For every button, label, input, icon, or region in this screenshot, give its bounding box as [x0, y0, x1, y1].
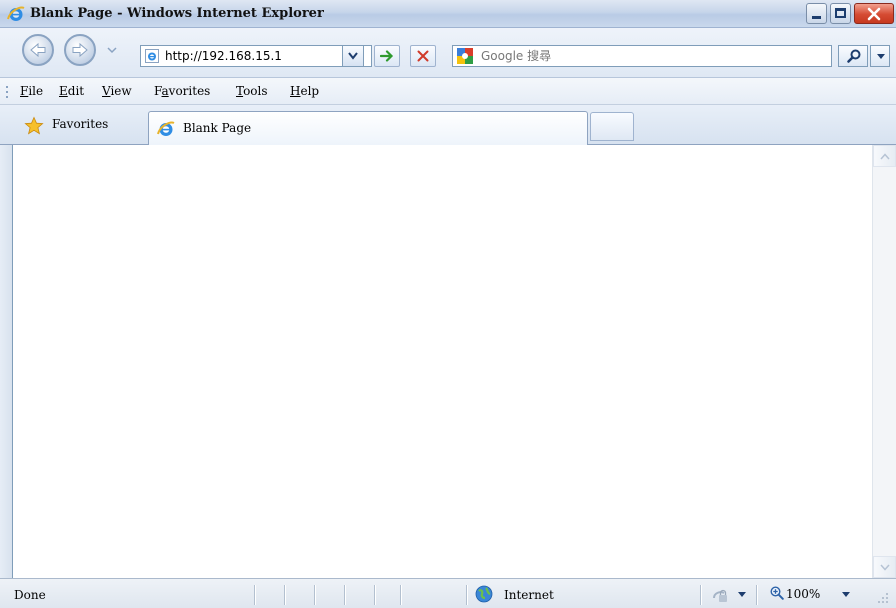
close-button[interactable]	[854, 3, 894, 24]
go-button[interactable]	[374, 45, 400, 67]
menu-file[interactable]: File	[20, 84, 43, 98]
close-icon	[867, 7, 881, 21]
zoom-level[interactable]: 100%	[786, 587, 820, 601]
scroll-up-button[interactable]	[873, 145, 896, 167]
status-divider	[700, 585, 701, 605]
tab-label: Blank Page	[183, 121, 252, 135]
access-key: T	[236, 84, 244, 98]
stop-button[interactable]	[410, 45, 436, 67]
window-title: Blank Page - Windows Internet Explorer	[30, 6, 324, 21]
menu-view[interactable]: View	[102, 84, 132, 98]
address-bar[interactable]	[140, 45, 372, 67]
status-bar: Done Internet 100%	[0, 578, 896, 608]
scroll-down-button[interactable]	[873, 556, 896, 578]
lock-icon[interactable]	[712, 587, 728, 603]
ie-logo-icon	[7, 6, 25, 21]
new-tab-button[interactable]	[590, 112, 634, 141]
minimize-icon	[812, 16, 821, 19]
ie-page-icon	[145, 49, 159, 63]
status-divider	[284, 585, 285, 605]
chevron-down-icon[interactable]	[738, 590, 746, 598]
address-dropdown-button[interactable]	[342, 45, 364, 67]
status-divider	[314, 585, 315, 605]
toolbar-grip-icon[interactable]	[6, 86, 9, 98]
status-divider	[344, 585, 345, 605]
status-divider	[374, 585, 375, 605]
access-key: E	[59, 84, 68, 98]
title-bar[interactable]: Blank Page - Windows Internet Explorer	[0, 0, 896, 28]
chevron-up-icon	[880, 153, 890, 160]
search-options-dropdown[interactable]	[870, 45, 890, 67]
security-zone-label[interactable]: Internet	[504, 588, 554, 602]
search-input[interactable]	[481, 48, 821, 64]
globe-icon	[475, 585, 493, 603]
ie-logo-icon	[157, 121, 175, 136]
favorites-label: Favorites	[52, 117, 109, 131]
chevron-down-icon	[880, 564, 890, 571]
google-icon	[457, 48, 473, 64]
status-text: Done	[14, 588, 46, 602]
favorites-button[interactable]: Favorites	[20, 113, 128, 139]
search-button[interactable]	[838, 45, 868, 67]
maximize-icon	[835, 8, 846, 18]
maximize-button[interactable]	[830, 3, 851, 24]
window-border-left	[0, 145, 12, 578]
access-key: F	[20, 84, 29, 98]
go-arrow-icon	[380, 50, 394, 62]
browser-window: Blank Page - Windows Internet Explorer h…	[0, 0, 896, 608]
navigation-bar	[0, 28, 896, 78]
chevron-down-icon[interactable]	[842, 590, 850, 598]
menu-tools[interactable]: Tools	[236, 84, 268, 98]
forward-button[interactable]	[64, 34, 96, 66]
star-icon	[24, 116, 44, 135]
status-divider	[254, 585, 255, 605]
back-button[interactable]	[22, 34, 54, 66]
tab-bar: Favorites Blank Page	[0, 105, 896, 145]
status-divider	[756, 585, 757, 605]
chevron-down-icon	[877, 54, 885, 59]
chevron-down-icon	[348, 52, 358, 60]
magnifier-icon	[847, 49, 861, 63]
resize-grip-icon[interactable]	[876, 591, 890, 605]
stop-x-icon	[417, 50, 429, 62]
back-arrow-icon	[30, 42, 46, 58]
access-key: V	[102, 84, 111, 98]
address-input[interactable]	[165, 48, 335, 64]
access-key: H	[290, 84, 301, 98]
menu-bar: File Edit View Favorites Tools Help	[0, 78, 896, 105]
menu-edit[interactable]: Edit	[59, 84, 84, 98]
vertical-scrollbar[interactable]	[872, 145, 896, 578]
minimize-button[interactable]	[806, 3, 827, 24]
menu-help[interactable]: Help	[290, 84, 319, 98]
page-content[interactable]	[12, 145, 872, 578]
forward-arrow-icon	[72, 42, 88, 58]
search-box[interactable]	[452, 45, 832, 67]
status-divider	[466, 585, 467, 605]
zoom-icon	[770, 586, 784, 600]
status-divider	[400, 585, 401, 605]
access-key: a	[161, 84, 169, 98]
tab-blank-page[interactable]: Blank Page	[148, 111, 588, 145]
menu-favorites[interactable]: Favorites	[154, 84, 210, 98]
recent-pages-dropdown[interactable]	[106, 44, 118, 56]
